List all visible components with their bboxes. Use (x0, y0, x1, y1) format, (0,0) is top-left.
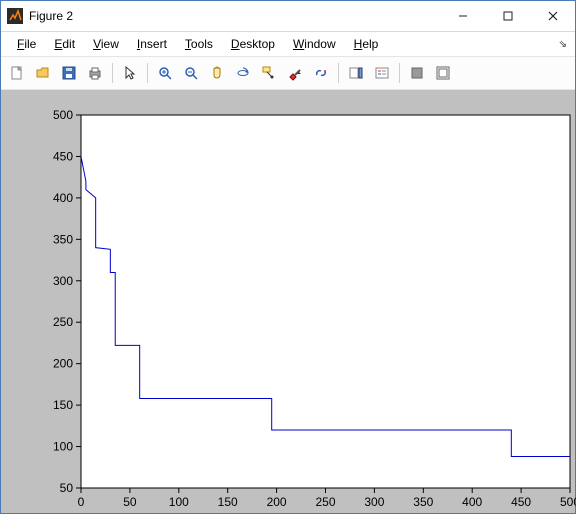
toolbar-separator (147, 63, 148, 83)
insert-colorbar-button[interactable] (344, 61, 368, 85)
zoom-out-button[interactable] (179, 61, 203, 85)
brush-button[interactable] (283, 61, 307, 85)
x-tick-label: 250 (315, 495, 335, 509)
rotate3d-icon (235, 65, 251, 81)
figure-window: Figure 2 File Edit View Insert Tools Des… (0, 0, 576, 514)
x-tick-label: 350 (413, 495, 433, 509)
pan-hand-icon (209, 65, 225, 81)
x-tick-label: 50 (123, 495, 137, 509)
data-cursor-icon (261, 65, 277, 81)
legend-icon (374, 65, 390, 81)
x-tick-label: 0 (78, 495, 85, 509)
y-tick-label: 150 (53, 398, 73, 412)
menu-window[interactable]: Window (287, 35, 342, 53)
minimize-button[interactable] (440, 2, 485, 30)
rotate3d-button[interactable] (231, 61, 255, 85)
toolbar-separator (338, 63, 339, 83)
x-tick-label: 400 (462, 495, 482, 509)
pointer-icon (122, 65, 138, 81)
dock-menu-icon[interactable]: ⇘ (559, 39, 567, 50)
x-tick-label: 300 (364, 495, 384, 509)
y-tick-label: 200 (53, 357, 73, 371)
link-button[interactable] (309, 61, 333, 85)
hide-plot-tools-button[interactable] (405, 61, 429, 85)
menu-insert[interactable]: Insert (131, 35, 173, 53)
brush-icon (287, 65, 303, 81)
y-tick-label: 400 (53, 191, 73, 205)
y-tick-label: 350 (53, 232, 73, 246)
y-tick-label: 300 (53, 274, 73, 288)
y-tick-label: 450 (53, 149, 73, 163)
new-figure-button[interactable] (5, 61, 29, 85)
x-tick-label: 500 (560, 495, 576, 509)
figure-toolbar (1, 57, 575, 90)
menu-file-rest: ile (24, 37, 36, 51)
toolbar-separator (112, 63, 113, 83)
menu-file[interactable]: File (11, 35, 42, 53)
x-tick-label: 450 (511, 495, 531, 509)
x-tick-label: 100 (169, 495, 189, 509)
open-button[interactable] (31, 61, 55, 85)
window-title: Figure 2 (29, 9, 73, 23)
show-plot-tools-button[interactable] (431, 61, 455, 85)
new-file-icon (9, 65, 25, 81)
y-tick-label: 50 (60, 481, 74, 495)
colorbar-icon (348, 65, 364, 81)
close-button[interactable] (530, 2, 575, 30)
menu-bar: File Edit View Insert Tools Desktop Wind… (1, 32, 575, 57)
open-folder-icon (35, 65, 51, 81)
x-tick-label: 200 (267, 495, 287, 509)
save-icon (61, 65, 77, 81)
insert-legend-button[interactable] (370, 61, 394, 85)
y-tick-label: 500 (53, 108, 73, 122)
menu-tools[interactable]: Tools (179, 35, 219, 53)
print-button[interactable] (83, 61, 107, 85)
dock-icon (435, 65, 451, 81)
axes-box (81, 115, 570, 488)
zoom-out-icon (183, 65, 199, 81)
save-button[interactable] (57, 61, 81, 85)
title-bar: Figure 2 (1, 1, 575, 32)
maximize-button[interactable] (485, 2, 530, 30)
zoom-in-icon (157, 65, 173, 81)
menu-edit[interactable]: Edit (48, 35, 81, 53)
edit-plot-button[interactable] (118, 61, 142, 85)
data-cursor-button[interactable] (257, 61, 281, 85)
hide-tools-icon (409, 65, 425, 81)
print-icon (87, 65, 103, 81)
axes[interactable]: 0 50 100 150 200 250 300 350 400 450 500 50 100 150 20… (11, 100, 576, 523)
toolbar-separator (399, 63, 400, 83)
y-tick-label: 100 (53, 440, 73, 454)
link-icon (313, 65, 329, 81)
pan-button[interactable] (205, 61, 229, 85)
matlab-icon (7, 8, 23, 24)
menu-help[interactable]: Help (348, 35, 385, 53)
zoom-in-button[interactable] (153, 61, 177, 85)
menu-desktop[interactable]: Desktop (225, 35, 281, 53)
x-tick-label: 150 (218, 495, 238, 509)
figure-canvas-area: 0 50 100 150 200 250 300 350 400 450 500 50 100 150 20… (1, 90, 575, 513)
menu-view[interactable]: View (87, 35, 125, 53)
y-tick-label: 250 (53, 315, 73, 329)
